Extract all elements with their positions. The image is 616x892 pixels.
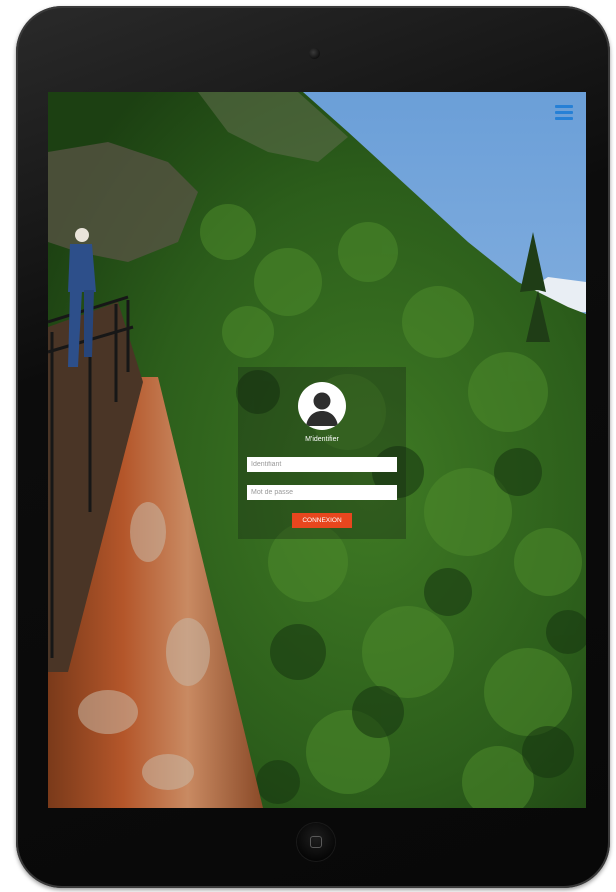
hamburger-menu-icon[interactable] <box>555 105 573 121</box>
app-screen: M'identifier CONNEXION <box>48 92 586 808</box>
connexion-button[interactable]: CONNEXION <box>292 513 352 528</box>
login-title: M'identifier <box>305 436 339 443</box>
tablet-frame: M'identifier CONNEXION <box>16 6 610 888</box>
front-camera <box>309 48 320 59</box>
username-input[interactable] <box>247 457 397 472</box>
user-avatar-icon <box>298 382 346 430</box>
login-panel: M'identifier CONNEXION <box>238 367 406 539</box>
password-input[interactable] <box>247 485 397 500</box>
home-button[interactable] <box>297 823 335 861</box>
home-square-icon <box>310 836 322 848</box>
